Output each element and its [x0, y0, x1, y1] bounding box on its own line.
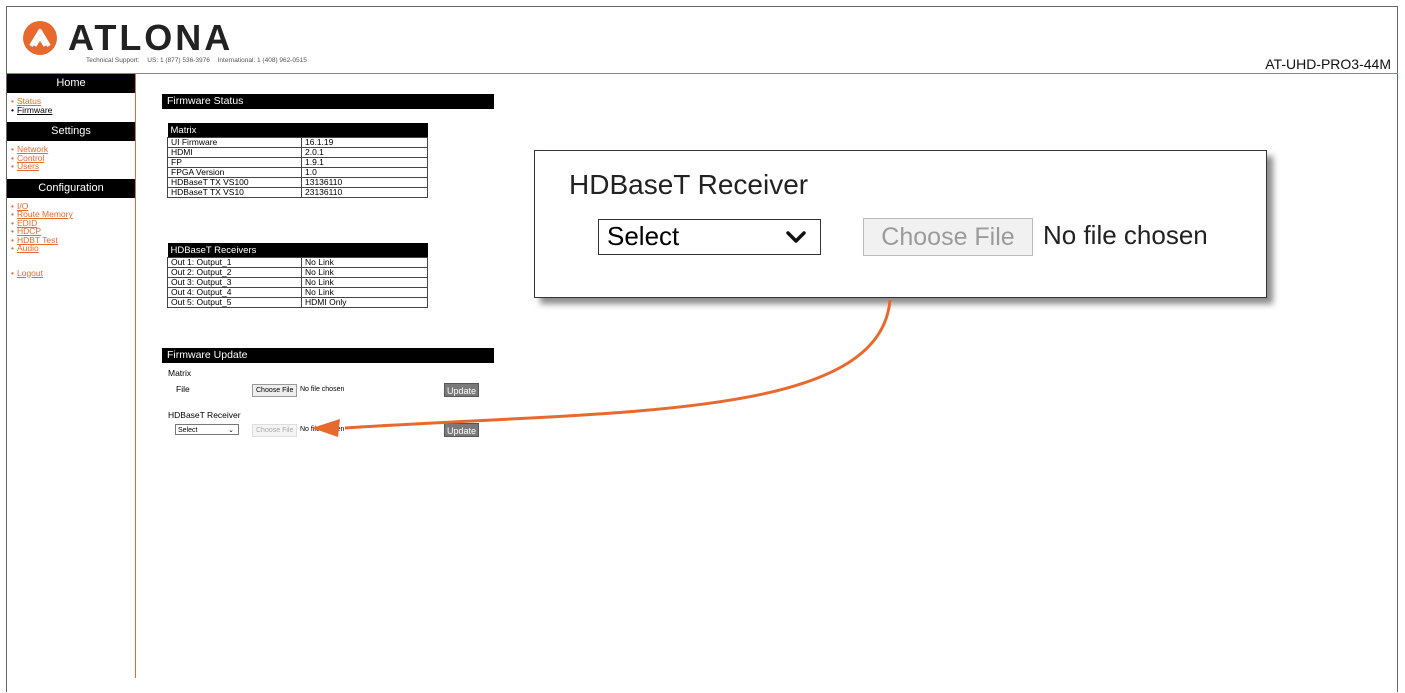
arrow-head-icon [312, 419, 340, 437]
callout-arrow [312, 299, 892, 437]
